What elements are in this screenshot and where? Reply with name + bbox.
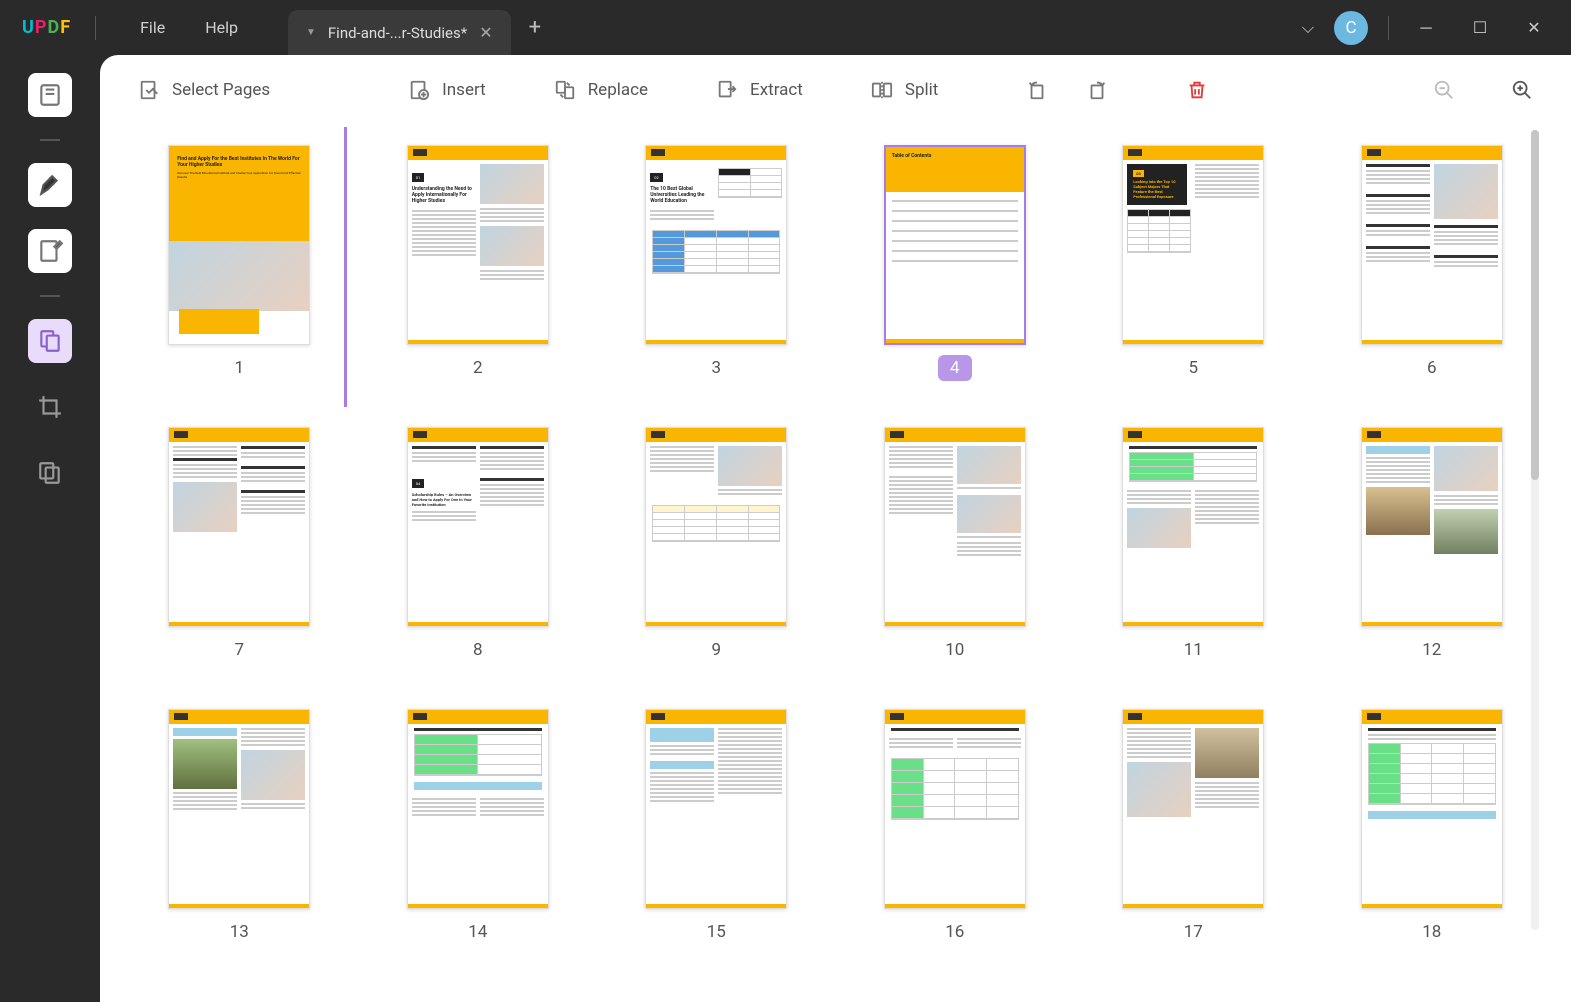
page-thumbnail-2[interactable]: 01 Understanding the Need to Apply Inter… (389, 145, 568, 381)
toolbar: Select Pages Insert Replace Extract Spli… (100, 55, 1571, 125)
minimize-button[interactable]: ─ (1409, 18, 1443, 38)
organize-pages-icon[interactable] (28, 319, 72, 363)
page-grid: Find and Apply For the Best Institutes I… (150, 145, 1521, 945)
page-number: 7 (222, 637, 256, 663)
page-grid-container[interactable]: Find and Apply For the Best Institutes I… (100, 125, 1571, 1002)
scrollbar[interactable] (1531, 130, 1539, 930)
page-thumbnail-15[interactable]: 15 (627, 709, 806, 945)
page-number: 3 (699, 355, 733, 381)
page-number: 14 (456, 919, 499, 945)
app-logo: UPDF (22, 17, 71, 38)
extract-label: Extract (750, 80, 803, 100)
page-number: 6 (1415, 355, 1449, 381)
page-number: 18 (1410, 919, 1453, 945)
page-thumbnail-6[interactable]: 6 (1343, 145, 1522, 381)
new-tab-button[interactable]: + (529, 15, 541, 40)
titlebar: UPDF File Help ▼ Find-and-...r-Studies* … (0, 0, 1571, 55)
zoom-in-button[interactable] (1497, 71, 1547, 109)
page-number: 11 (1172, 637, 1215, 663)
insert-indicator (344, 127, 347, 407)
titlebar-divider (1388, 16, 1389, 40)
chevron-down-icon[interactable]: ⌵ (1302, 18, 1314, 38)
split-label: Split (905, 80, 938, 100)
page-number: 12 (1410, 637, 1453, 663)
menu-help[interactable]: Help (185, 18, 258, 37)
page-number: 4 (938, 355, 972, 381)
page-thumbnail-16[interactable]: 16 (866, 709, 1045, 945)
replace-button[interactable]: Replace (540, 71, 662, 109)
tab-dropdown-icon[interactable]: ▼ (306, 27, 316, 38)
menu-file[interactable]: File (120, 18, 185, 37)
zoom-out-button[interactable] (1419, 71, 1469, 109)
split-button[interactable]: Split (857, 71, 952, 109)
page-thumbnail-11[interactable]: 11 (1104, 427, 1283, 663)
sidebar-divider (40, 295, 60, 297)
page-thumbnail-4[interactable]: Table of Contents 4 (866, 145, 1045, 381)
titlebar-divider (95, 16, 96, 40)
page-number: 17 (1172, 919, 1215, 945)
delete-button[interactable] (1172, 71, 1222, 109)
page-thumbnail-1[interactable]: Find and Apply For the Best Institutes I… (150, 145, 329, 381)
reader-mode-icon[interactable] (28, 73, 72, 117)
page-thumbnail-13[interactable]: 13 (150, 709, 329, 945)
sidebar-divider (40, 139, 60, 141)
document-tab[interactable]: ▼ Find-and-...r-Studies* ✕ (288, 10, 511, 55)
select-pages-button[interactable]: Select Pages (124, 71, 284, 109)
insert-label: Insert (442, 80, 486, 100)
tab-close-icon[interactable]: ✕ (479, 23, 492, 42)
left-sidebar (0, 55, 100, 1002)
page-number: 15 (695, 919, 738, 945)
page-thumbnail-3[interactable]: 02 The 10 Best Global Universities Leadi… (627, 145, 806, 381)
insert-button[interactable]: Insert (394, 71, 500, 109)
page-thumbnail-5[interactable]: 03 Looking Into the Top 10 Subject Major… (1104, 145, 1283, 381)
page-thumbnail-10[interactable]: 10 (866, 427, 1045, 663)
close-button[interactable]: ✕ (1517, 18, 1551, 37)
page-number: 1 (222, 355, 256, 381)
page-thumbnail-17[interactable]: 17 (1104, 709, 1283, 945)
thumb-title: Find and Apply For the Best Institutes I… (177, 156, 301, 168)
page-number: 9 (699, 637, 733, 663)
scrollbar-thumb[interactable] (1531, 130, 1539, 480)
select-pages-label: Select Pages (172, 80, 270, 100)
page-thumbnail-9[interactable]: 9 (627, 427, 806, 663)
maximize-button[interactable]: ☐ (1463, 18, 1497, 37)
page-number: 13 (218, 919, 261, 945)
user-avatar[interactable]: C (1334, 11, 1368, 45)
crop-mode-icon[interactable] (28, 385, 72, 429)
page-number: 2 (461, 355, 495, 381)
tab-title: Find-and-...r-Studies* (328, 24, 467, 42)
page-number: 10 (933, 637, 976, 663)
batch-mode-icon[interactable] (28, 451, 72, 495)
page-number: 16 (933, 919, 976, 945)
replace-label: Replace (588, 80, 648, 100)
rotate-right-button[interactable] (1072, 71, 1122, 109)
page-thumbnail-18[interactable]: 18 (1343, 709, 1522, 945)
comment-mode-icon[interactable] (28, 163, 72, 207)
extract-button[interactable]: Extract (702, 71, 817, 109)
rotate-left-button[interactable] (1012, 71, 1062, 109)
page-thumbnail-14[interactable]: 14 (389, 709, 568, 945)
page-number: 5 (1176, 355, 1210, 381)
edit-mode-icon[interactable] (28, 229, 72, 273)
page-thumbnail-12[interactable]: 12 (1343, 427, 1522, 663)
page-thumbnail-7[interactable]: 7 (150, 427, 329, 663)
main-content: Select Pages Insert Replace Extract Spli… (100, 55, 1571, 1002)
page-number: 8 (461, 637, 495, 663)
page-thumbnail-8[interactable]: 04Scholarship Rules – An Overview and Ho… (389, 427, 568, 663)
